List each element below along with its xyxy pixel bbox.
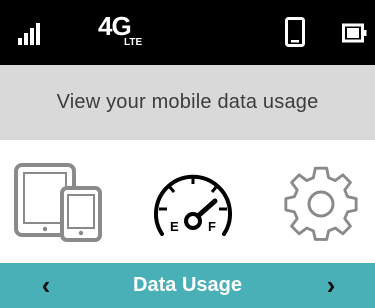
chevron-left-icon: ‹ [41, 270, 51, 300]
next-button[interactable]: › [301, 263, 361, 308]
devices-icon[interactable] [13, 162, 105, 242]
battery-icon [342, 23, 367, 43]
chevron-right-icon: › [326, 270, 336, 300]
network-type-label: 4G [98, 11, 132, 41]
gauge-full-label: F [208, 219, 216, 234]
signal-bars-icon [18, 23, 40, 45]
fuel-gauge-icon[interactable]: E F [147, 164, 239, 244]
carousel-title: Data Usage [133, 274, 242, 296]
info-banner: View your mobile data usage [0, 65, 375, 140]
network-subtype-label: LTE [124, 37, 143, 48]
status-bar: 4G LTE [0, 0, 375, 65]
device-icon [285, 17, 305, 47]
banner-text: View your mobile data usage [56, 91, 319, 113]
feature-carousel[interactable]: E F [0, 140, 375, 263]
gear-icon[interactable] [282, 166, 360, 242]
network-type-indicator: 4G LTE [98, 13, 168, 53]
carousel-nav-bar: ‹ Data Usage › [0, 263, 375, 308]
gauge-empty-label: E [170, 219, 179, 234]
